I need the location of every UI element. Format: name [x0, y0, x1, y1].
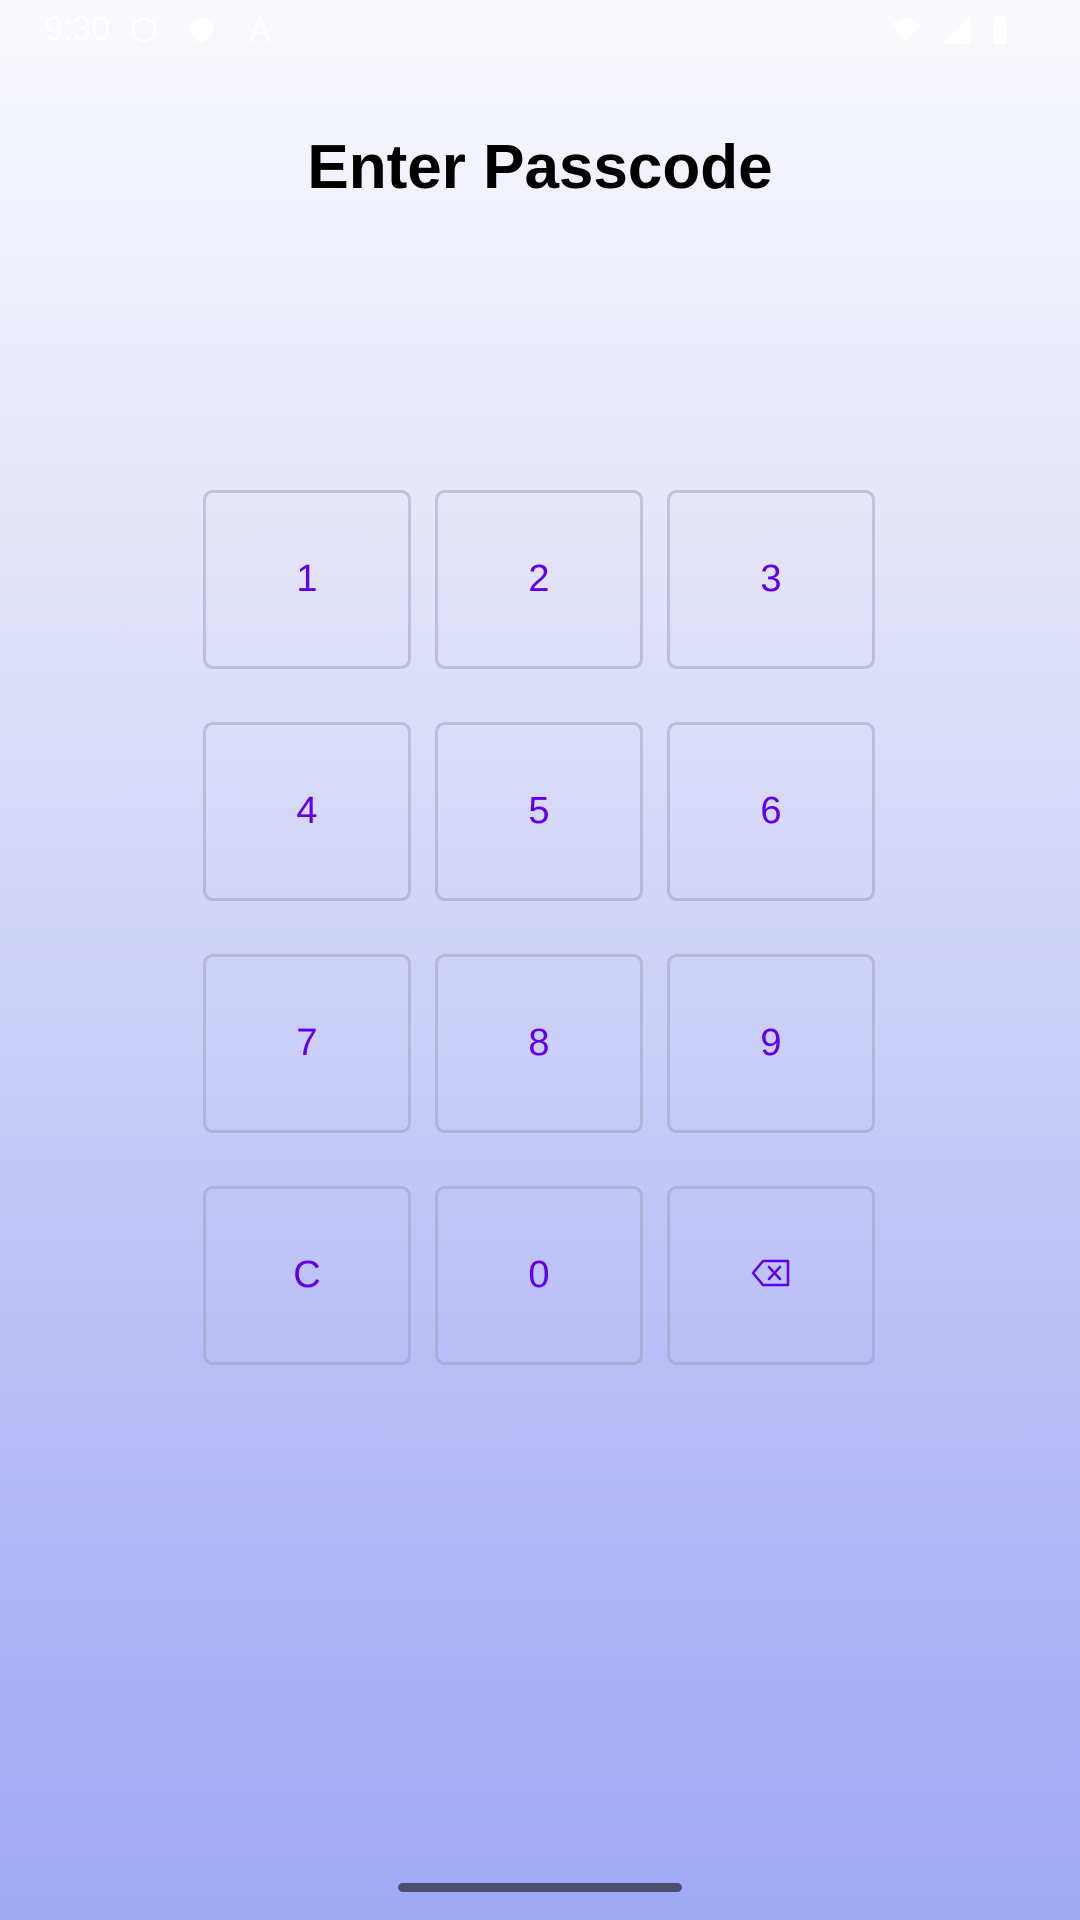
passcode-keypad: 1 2 3 4 5 6 7 8 9 C 0	[203, 490, 877, 1365]
key-3[interactable]: 3	[667, 490, 875, 669]
wifi-icon	[890, 14, 922, 46]
page-title: Enter Passcode	[307, 133, 773, 202]
key-2[interactable]: 2	[435, 490, 643, 669]
home-indicator[interactable]	[398, 1883, 682, 1892]
font-a-icon	[244, 14, 276, 46]
status-bar: 9:30	[0, 0, 1080, 60]
key-9[interactable]: 9	[667, 954, 875, 1133]
key-7[interactable]: 7	[203, 954, 411, 1133]
backspace-key[interactable]	[667, 1186, 875, 1365]
backspace-icon	[751, 1254, 791, 1297]
key-8[interactable]: 8	[435, 954, 643, 1133]
key-6[interactable]: 6	[667, 722, 875, 901]
key-4[interactable]: 4	[203, 722, 411, 901]
data-saver-icon	[128, 14, 160, 46]
signal-icon	[940, 14, 972, 46]
key-5[interactable]: 5	[435, 722, 643, 901]
key-0[interactable]: 0	[435, 1186, 643, 1365]
clear-key[interactable]: C	[203, 1186, 411, 1365]
battery-icon	[984, 14, 1016, 46]
key-1[interactable]: 1	[203, 490, 411, 669]
shield-icon	[186, 14, 218, 46]
status-time: 9:30	[44, 10, 111, 48]
